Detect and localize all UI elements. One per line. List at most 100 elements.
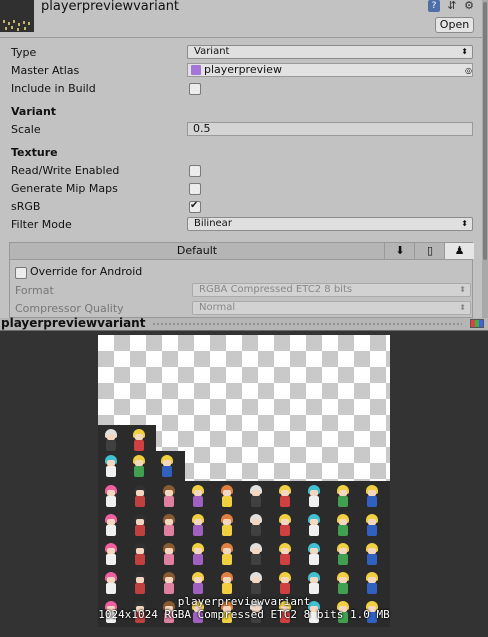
header-divider — [0, 37, 482, 38]
object-picker-icon[interactable]: ◎ — [465, 65, 472, 77]
sprite-thumbnail — [189, 543, 207, 567]
sprite-thumbnail — [158, 455, 176, 479]
master-atlas-label: Master Atlas — [11, 64, 80, 77]
help-icon[interactable]: ? — [428, 0, 440, 12]
dropdown-arrow-icon: ⬍ — [461, 47, 468, 56]
sprite-thumbnail — [334, 543, 352, 567]
gear-icon[interactable]: ⚙ — [463, 0, 475, 12]
sprite-thumbnail — [363, 485, 381, 509]
sprite-thumbnail — [363, 543, 381, 567]
variant-section: Variant — [0, 103, 482, 121]
dropdown-arrow-icon: ⬍ — [459, 285, 466, 294]
dropdown-arrow-icon: ⬍ — [459, 303, 466, 312]
sprite-thumbnail — [218, 572, 236, 596]
sprite-thumbnail — [276, 543, 294, 567]
filter-mode-label: Filter Mode — [11, 218, 72, 231]
sprite-thumbnail — [160, 514, 178, 538]
sprite-thumbnail — [305, 514, 323, 538]
include-in-build-checkbox[interactable] — [189, 83, 201, 95]
sprite-thumbnail — [334, 514, 352, 538]
sprite-thumbnail — [102, 485, 120, 509]
tab-default[interactable]: Default — [10, 243, 384, 259]
format-dropdown[interactable]: RGBA Compressed ETC2 8 bits ⬍ — [192, 283, 471, 297]
sprite-thumbnail — [218, 543, 236, 567]
phone-icon[interactable]: ▯ — [414, 243, 445, 259]
filter-mode-value: Bilinear — [194, 218, 232, 229]
type-dropdown[interactable]: Variant ⬍ — [187, 45, 473, 59]
sprite-thumbnail — [363, 514, 381, 538]
sprite-thumbnail — [131, 514, 149, 538]
variant-heading: Variant — [11, 105, 57, 118]
scale-field[interactable]: 0.5 — [187, 122, 473, 136]
inspector-header: playerpreviewvariant ? ⇵ ⚙ Open — [0, 0, 482, 34]
master-atlas-field[interactable]: playerpreview ◎ — [187, 63, 473, 77]
sprite-thumbnail — [218, 485, 236, 509]
sprite-thumbnail — [130, 429, 148, 453]
sprite-thumbnail — [305, 572, 323, 596]
sprite-thumbnail — [305, 543, 323, 567]
read-write-checkbox[interactable] — [189, 165, 201, 177]
drag-handle[interactable] — [152, 323, 462, 325]
compressor-quality-dropdown[interactable]: Normal ⬍ — [192, 301, 471, 315]
sprite-thumbnail — [334, 485, 352, 509]
preview-caption-name: playerpreviewvariant — [177, 595, 311, 608]
srgb-checkbox[interactable] — [189, 200, 201, 213]
srgb-label: sRGB — [11, 200, 41, 213]
sprite-thumbnail — [247, 514, 265, 538]
sprite-thumbnail — [160, 543, 178, 567]
type-label: Type — [11, 46, 37, 59]
sprite-thumbnail — [247, 543, 265, 567]
sprite-atlas-icon — [0, 0, 34, 32]
type-row: Type Variant ⬍ — [0, 44, 482, 62]
sprite-thumbnail — [247, 485, 265, 509]
compressor-quality-value: Normal — [199, 302, 236, 313]
android-icon[interactable]: ♟ — [444, 243, 474, 259]
type-value: Variant — [194, 46, 230, 57]
compressor-quality-label: Compressor Quality — [15, 302, 124, 315]
sprite-thumbnail — [189, 485, 207, 509]
sprite-thumbnail — [131, 572, 149, 596]
sprite-thumbnail — [160, 485, 178, 509]
override-android-checkbox[interactable] — [15, 267, 27, 279]
download-icon[interactable]: ⬇ — [384, 243, 415, 259]
preview-header[interactable]: playerpreviewvariant — [0, 316, 488, 331]
preview-area: playerpreviewvariant 1024x1024 RGBA Comp… — [0, 331, 488, 637]
platform-tabs: Default ⬇ ▯ ♟ — [9, 242, 474, 260]
read-write-label: Read/Write Enabled — [11, 164, 120, 177]
sprite-thumbnail — [276, 572, 294, 596]
sprite-thumbnail — [131, 543, 149, 567]
sprite-thumbnail — [218, 514, 236, 538]
inspector-scrollbar[interactable] — [482, 0, 488, 318]
include-in-build-label: Include in Build — [11, 82, 96, 95]
texture-heading: Texture — [11, 146, 58, 159]
read-write-row: Read/Write Enabled — [0, 162, 482, 180]
preview-caption-info: 1024x1024 RGBA Compressed ETC2 8 bits 1.… — [98, 608, 390, 621]
settings-sliders-icon[interactable]: ⇵ — [446, 0, 458, 12]
sprite-thumbnail — [160, 572, 178, 596]
sprite-thumbnail — [130, 455, 148, 479]
sprite-thumbnail — [334, 572, 352, 596]
sprite-atlas-small-icon — [191, 65, 201, 75]
sprite-thumbnail — [189, 572, 207, 596]
include-in-build-row: Include in Build — [0, 80, 482, 98]
sprite-thumbnail — [363, 572, 381, 596]
inspector-panel: playerpreviewvariant ? ⇵ ⚙ Open Type Var… — [0, 0, 482, 318]
sprite-thumbnail — [305, 485, 323, 509]
master-atlas-value: playerpreview — [204, 63, 282, 76]
srgb-row: sRGB — [0, 198, 482, 216]
open-button[interactable]: Open — [435, 17, 474, 33]
atlas-texture-preview — [98, 335, 390, 627]
sprite-thumbnail — [276, 485, 294, 509]
master-atlas-row: Master Atlas playerpreview ◎ — [0, 62, 482, 80]
platform-settings: Override for Android Format RGBA Compres… — [9, 259, 473, 318]
mip-maps-checkbox[interactable] — [189, 183, 201, 195]
scrollbar-thumb[interactable] — [483, 2, 487, 260]
sprite-thumbnail — [102, 543, 120, 567]
filter-mode-dropdown[interactable]: Bilinear ⬍ — [187, 217, 473, 231]
texture-section: Texture — [0, 144, 482, 162]
scale-label: Scale — [11, 123, 41, 136]
format-value: RGBA Compressed ETC2 8 bits — [199, 284, 353, 295]
mip-maps-row: Generate Mip Maps — [0, 180, 482, 198]
rgb-channel-icon[interactable] — [470, 319, 484, 328]
dropdown-arrow-icon: ⬍ — [461, 219, 468, 228]
